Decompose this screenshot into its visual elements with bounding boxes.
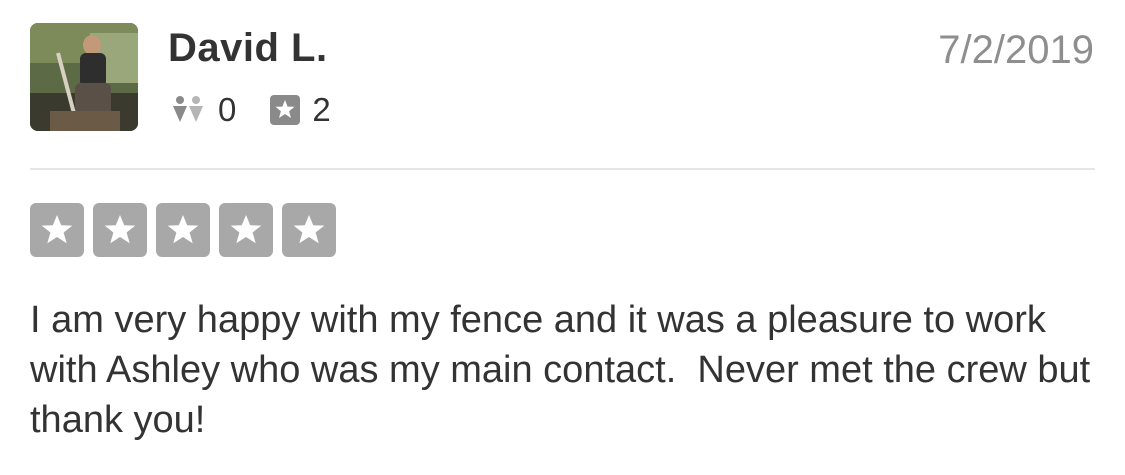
review-text: I am very happy with my fence and it was… [30,299,1101,441]
reviews-stat: 2 [270,90,331,130]
rating-star-2 [93,203,147,257]
reviewer-stats: 0 2 [170,90,365,130]
friends-stat: 0 [170,90,236,130]
star-icon [167,215,199,244]
star-icon [293,215,325,244]
rating-star-5 [282,203,336,257]
star-rating [30,203,345,257]
reviews-count: 2 [312,91,331,128]
review-date: 7/2/2019 [938,28,1094,72]
friends-icon [173,96,203,122]
reviewer-avatar[interactable] [30,23,138,131]
star-icon [230,215,262,244]
star-icon [41,215,73,244]
rating-star-1 [30,203,84,257]
star-icon [104,215,136,244]
friends-count: 0 [218,91,237,128]
rating-star-3 [156,203,210,257]
reviewer-name[interactable]: David L. [168,24,328,72]
avatar-photo [30,23,138,131]
review-star-icon [270,95,301,125]
rating-star-4 [219,203,273,257]
divider [30,168,1095,170]
